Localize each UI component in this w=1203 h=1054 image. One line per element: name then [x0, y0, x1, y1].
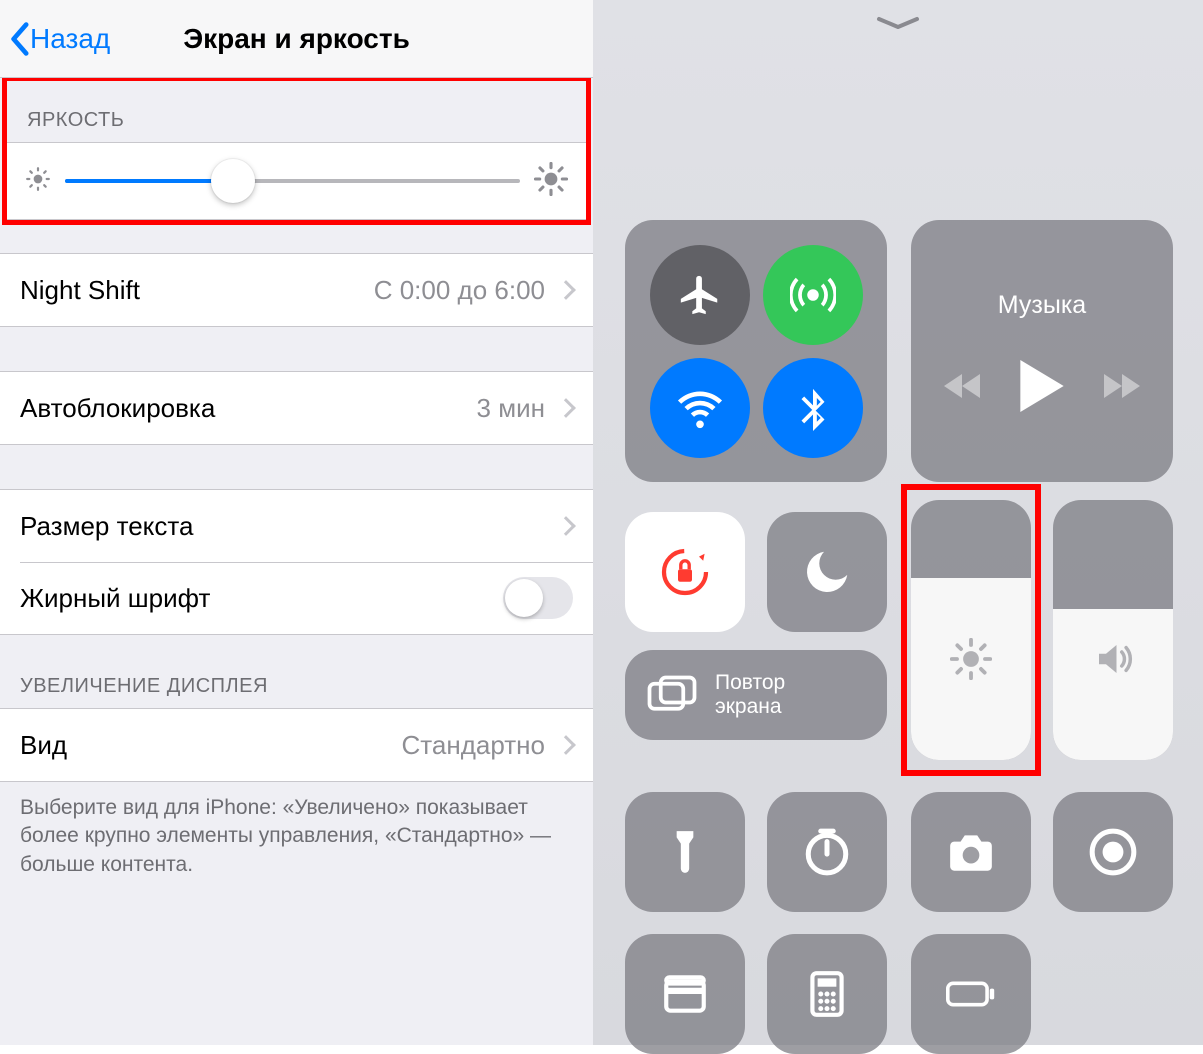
wifi-button[interactable] [650, 358, 750, 458]
autolock-value: 3 мин [215, 393, 545, 424]
chevron-right-icon [556, 398, 576, 418]
back-button[interactable]: Назад [0, 21, 110, 57]
view-value: Стандартно [67, 730, 545, 761]
highlight-box-brightness: ЯРКОСТЬ [2, 76, 591, 225]
nav-bar: Назад Экран и яркость [0, 0, 593, 78]
back-label: Назад [30, 23, 110, 55]
night-shift-label: Night Shift [20, 275, 140, 306]
timer-button[interactable] [767, 792, 887, 912]
view-row[interactable]: Вид Стандартно [0, 709, 593, 781]
control-center: Музыка Повтор экрана [593, 0, 1203, 1045]
brightness-slider-row [7, 143, 586, 219]
brightness-slider-cc[interactable] [911, 500, 1031, 760]
display-zoom-header: УВЕЛИЧЕНИЕ ДИСПЛЕЯ [0, 635, 593, 708]
screen-record-button[interactable] [1053, 792, 1173, 912]
music-tile[interactable]: Музыка [911, 220, 1173, 482]
chevron-right-icon [556, 280, 576, 300]
music-controls [944, 360, 1140, 412]
autolock-row[interactable]: Автоблокировка 3 мин [0, 372, 593, 444]
night-shift-row[interactable]: Night Shift С 0:00 до 6:00 [0, 254, 593, 326]
mirror-line2: экрана [715, 695, 785, 719]
flashlight-button[interactable] [625, 792, 745, 912]
screen-mirroring-button[interactable]: Повтор экрана [625, 650, 887, 740]
antenna-icon [790, 272, 836, 318]
do-not-disturb-button[interactable] [767, 512, 887, 632]
flashlight-icon [660, 827, 710, 877]
cellular-data-button[interactable] [763, 245, 863, 345]
chevron-down-icon [873, 14, 923, 32]
music-label: Музыка [998, 291, 1086, 320]
screen-mirror-icon [647, 674, 697, 716]
night-shift-value: С 0:00 до 6:00 [140, 275, 545, 306]
forward-icon[interactable] [1104, 372, 1140, 400]
bluetooth-icon [790, 385, 836, 431]
view-label: Вид [20, 730, 67, 761]
wifi-icon [677, 385, 723, 431]
bluetooth-button[interactable] [763, 358, 863, 458]
mirror-line1: Повтор [715, 671, 785, 695]
lock-rotation-icon [657, 544, 713, 600]
bold-text-label: Жирный шрифт [20, 583, 210, 614]
camera-button[interactable] [911, 792, 1031, 912]
grabber-handle[interactable] [619, 0, 1177, 32]
bold-text-row: Жирный шрифт [0, 562, 593, 634]
sun-icon [911, 638, 1031, 680]
text-size-row[interactable]: Размер текста [0, 490, 593, 562]
orientation-lock-button[interactable] [625, 512, 745, 632]
play-icon[interactable] [1018, 360, 1066, 412]
rewind-icon[interactable] [944, 372, 980, 400]
settings-screen: Назад Экран и яркость ЯРКОСТЬ [0, 0, 593, 1045]
chevron-left-icon [8, 21, 30, 57]
text-size-label: Размер текста [20, 511, 193, 542]
brightness-slider[interactable] [65, 161, 520, 201]
chevron-right-icon [556, 516, 576, 536]
view-footer-text: Выберите вид для iPhone: «Увеличено» пок… [0, 782, 593, 879]
chevron-right-icon [556, 735, 576, 755]
airplane-mode-button[interactable] [650, 245, 750, 345]
battery-icon [946, 969, 996, 1019]
autolock-label: Автоблокировка [20, 393, 215, 424]
timer-icon [802, 827, 852, 877]
calculator-icon [802, 969, 852, 1019]
low-power-mode-button[interactable] [911, 934, 1031, 1054]
camera-icon [946, 827, 996, 877]
moon-icon [800, 545, 854, 599]
calculator-button[interactable] [767, 934, 887, 1054]
wallet-icon [660, 969, 710, 1019]
bold-text-toggle[interactable] [503, 577, 573, 619]
airplane-icon [677, 272, 723, 318]
record-icon [1088, 827, 1138, 877]
volume-slider-cc[interactable] [1053, 500, 1173, 760]
wallet-button[interactable] [625, 934, 745, 1054]
brightness-low-icon [25, 166, 51, 197]
connectivity-tile [625, 220, 887, 482]
speaker-icon [1053, 638, 1173, 680]
brightness-header: ЯРКОСТЬ [7, 81, 586, 142]
brightness-high-icon [534, 162, 568, 201]
